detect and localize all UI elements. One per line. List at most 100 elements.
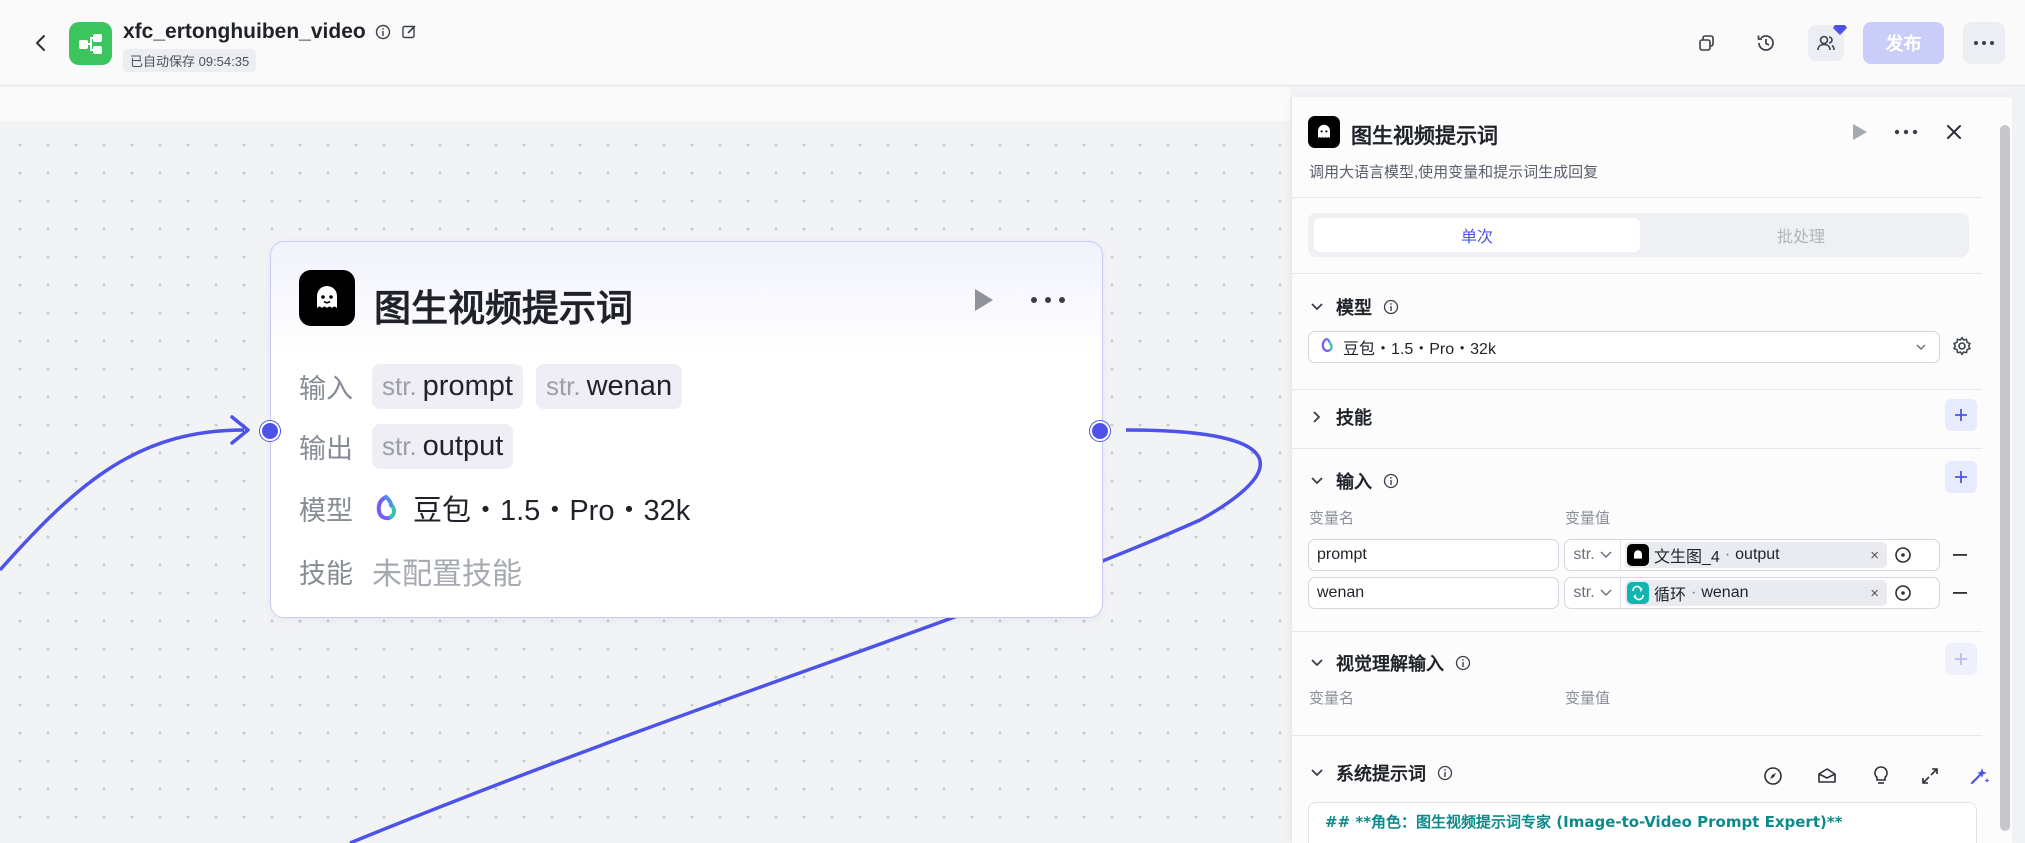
input-label: 输入 <box>299 374 353 404</box>
run-mode-tabs: 单次 批处理 <box>1308 213 1969 257</box>
copy-icon[interactable] <box>1689 25 1725 61</box>
node-title: 图生视频提示词 <box>374 288 633 329</box>
node-input-port[interactable] <box>260 421 280 441</box>
node-output-port[interactable] <box>1090 421 1110 441</box>
ai-sparkle-icon[interactable] <box>1966 763 1992 789</box>
chevron-right-icon[interactable] <box>1308 408 1326 426</box>
clear-icon[interactable]: × <box>1870 585 1879 602</box>
chevron-down-icon[interactable] <box>1308 764 1326 782</box>
skill-label: 技能 <box>299 558 353 589</box>
top-bar: xfc_ertonghuiben_video 已自动保存 09:54:35 发布 <box>0 0 2025 86</box>
type-select[interactable]: str. <box>1565 578 1621 608</box>
more-horizontal-icon[interactable] <box>1963 22 2005 64</box>
play-icon[interactable] <box>1848 121 1870 143</box>
compass-icon[interactable] <box>1760 763 1786 789</box>
ref-field-name: wenan <box>1701 584 1749 601</box>
reference-chip[interactable]: 循环 · wenan × <box>1625 580 1887 606</box>
skills-section-header: 技能 <box>1308 404 1372 430</box>
expand-icon[interactable] <box>1917 763 1943 789</box>
input-section-header: 输入 <box>1308 468 1400 494</box>
tab-single[interactable]: 单次 <box>1314 218 1640 252</box>
play-icon[interactable] <box>968 286 996 314</box>
more-horizontal-icon[interactable] <box>1028 290 1068 310</box>
model-select[interactable]: 豆包・1.5・Pro・32k <box>1308 331 1940 363</box>
system-prompt-text: ## **角色：图生视频提示词专家 (Image-to-Video Prompt… <box>1325 813 1843 831</box>
target-icon[interactable] <box>1891 581 1915 605</box>
divider <box>1292 197 1982 198</box>
divider <box>1292 273 1982 274</box>
output-tag: str. output <box>372 424 514 469</box>
autosave-status: 已自动保存 09:54:35 <box>123 49 257 72</box>
remove-input-icon[interactable] <box>1950 583 1970 603</box>
back-icon[interactable] <box>28 30 54 56</box>
var-name-input[interactable]: wenan <box>1308 577 1559 609</box>
input-tag-wenan: str. wenan <box>535 364 683 409</box>
more-horizontal-icon[interactable] <box>1893 121 1919 143</box>
panel-description: 调用大语言模型,使用变量和提示词生成回复 <box>1309 164 1599 181</box>
lightbulb-icon[interactable] <box>1868 763 1894 789</box>
target-icon[interactable] <box>1891 543 1915 567</box>
add-skill-button[interactable] <box>1945 399 1977 431</box>
skill-empty-text: 未配置技能 <box>372 558 522 591</box>
ref-node-name: 文生图_4 <box>1654 549 1720 566</box>
prompt-library-icon[interactable] <box>1814 763 1840 789</box>
publish-button[interactable]: 发布 <box>1863 22 1944 64</box>
diamond-badge-icon <box>1833 23 1847 35</box>
divider <box>1292 735 1982 736</box>
canvas-header-strip <box>0 87 1290 121</box>
input-section-title: 输入 <box>1336 472 1372 492</box>
type-select[interactable]: str. <box>1565 540 1621 570</box>
node-output-row: 输出 str. output <box>299 424 514 469</box>
node-model-row: 模型 豆包・1.5・Pro・32k <box>299 487 690 529</box>
chevron-down-icon[interactable] <box>1308 298 1326 316</box>
model-label: 模型 <box>299 495 353 526</box>
chevron-down-icon[interactable] <box>1308 472 1326 490</box>
node-config-panel: 图生视频提示词 调用大语言模型,使用变量和提示词生成回复 单次 批处理 模型 豆… <box>1291 97 2012 843</box>
var-value-column: 变量值 <box>1565 510 1611 527</box>
panel-title: 图生视频提示词 <box>1351 125 1498 148</box>
remove-input-icon[interactable] <box>1950 545 1970 565</box>
model-section-header: 模型 <box>1308 294 1400 320</box>
info-icon[interactable] <box>1454 654 1472 672</box>
var-name-input[interactable]: prompt <box>1308 539 1559 571</box>
doubao-model-icon <box>372 494 400 522</box>
ref-separator: · <box>1691 584 1697 601</box>
close-icon[interactable] <box>1942 120 1966 144</box>
tab-batch[interactable]: 批处理 <box>1638 218 1964 252</box>
info-icon[interactable] <box>1382 472 1400 490</box>
app-title: xfc_ertonghuiben_video <box>123 20 366 43</box>
edit-icon[interactable] <box>400 23 418 41</box>
history-icon[interactable] <box>1748 25 1784 61</box>
system-prompt-section-title: 系统提示词 <box>1336 764 1426 784</box>
add-vision-input-button[interactable] <box>1945 643 1977 675</box>
loop-icon <box>1627 582 1649 604</box>
ref-separator: · <box>1724 546 1731 563</box>
system-prompt-editor[interactable]: ## **角色：图生视频提示词专家 (Image-to-Video Prompt… <box>1308 802 1977 843</box>
vision-var-name-column: 变量名 <box>1309 690 1355 707</box>
add-input-button[interactable] <box>1945 461 1977 493</box>
ghost-logo-icon <box>299 270 355 326</box>
skills-section-title: 技能 <box>1336 408 1372 428</box>
panel-scrollbar[interactable] <box>2000 125 2010 831</box>
workflow-logo-icon <box>69 22 112 65</box>
info-icon[interactable] <box>1436 764 1454 782</box>
ref-node-name: 循环 <box>1654 587 1687 604</box>
model-name: 豆包・1.5・Pro・32k <box>413 495 691 527</box>
info-icon[interactable] <box>1382 298 1400 316</box>
collaborators-icon[interactable] <box>1808 23 1847 61</box>
node-input-row: 输入 str. prompt str. wenan <box>299 364 683 409</box>
gear-icon[interactable] <box>1951 335 1973 357</box>
var-name-column: 变量名 <box>1309 510 1355 527</box>
ref-field-name: output <box>1735 546 1780 563</box>
ghost-logo-icon <box>1308 116 1340 148</box>
chevron-down-icon[interactable] <box>1308 654 1326 672</box>
reference-chip[interactable]: 文生图_4 · output × <box>1625 542 1887 568</box>
output-label: 输出 <box>299 434 353 464</box>
info-icon[interactable] <box>374 23 392 41</box>
divider <box>1292 448 1982 449</box>
clear-icon[interactable]: × <box>1870 547 1879 564</box>
var-value-field: str. 文生图_4 · output × <box>1564 539 1940 571</box>
model-select-value: 豆包・1.5・Pro・32k <box>1343 341 1496 358</box>
vision-section-header: 视觉理解输入 <box>1308 650 1472 676</box>
llm-node-card[interactable]: 图生视频提示词 输入 str. prompt str. wenan 输出 str. o… <box>270 241 1103 618</box>
